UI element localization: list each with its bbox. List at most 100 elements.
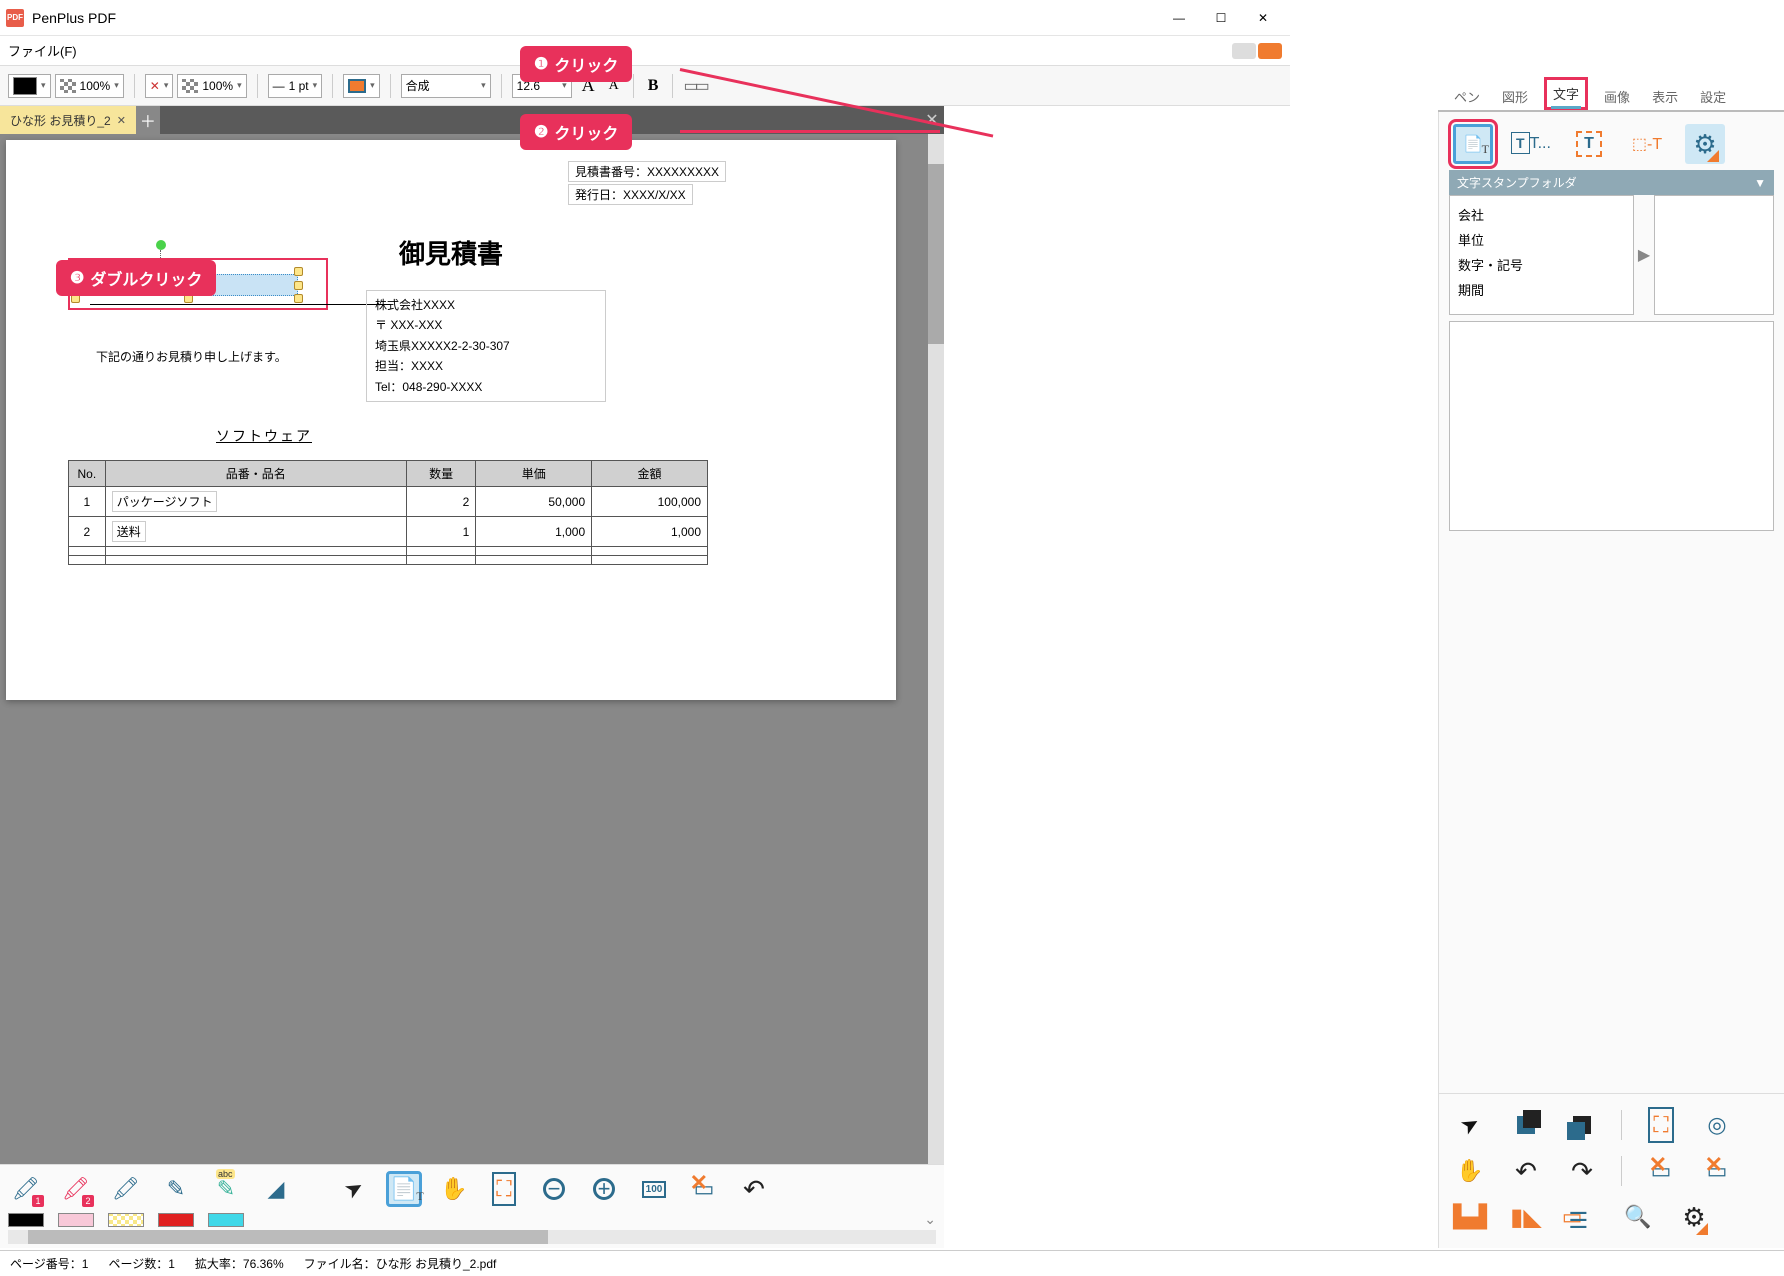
rb-search[interactable]: 🔍 — [1621, 1200, 1655, 1234]
rect-style-dropdown[interactable]: ▾ — [343, 74, 380, 98]
close-button[interactable]: ✕ — [1242, 3, 1284, 33]
tab-pen[interactable]: ペン — [1448, 83, 1486, 110]
rb-layer-front[interactable] — [1565, 1108, 1599, 1142]
text-tool[interactable]: 📄 — [386, 1171, 422, 1207]
list-item[interactable]: 会社 — [1458, 202, 1625, 227]
text-tool-button[interactable]: 📄 — [1453, 124, 1493, 164]
document-tab[interactable]: ひな形 お見積り_2 ✕ — [0, 106, 136, 134]
rb-undo[interactable] — [1509, 1154, 1543, 1188]
undo-button[interactable] — [736, 1171, 772, 1207]
menubar: ファイル(F) — [0, 36, 1290, 66]
quote-table: No. 品番・品名 数量 単価 金額 1 パッケージソフト 2 50,000 1… — [68, 460, 708, 565]
color-chip-yellow[interactable] — [108, 1213, 144, 1227]
rb-settings[interactable] — [1677, 1200, 1711, 1234]
rb-redo[interactable] — [1565, 1154, 1599, 1188]
stroke-none-button[interactable]: ✕▾ — [145, 74, 174, 98]
rb-note[interactable]: ▭☰ — [1565, 1200, 1599, 1234]
app-logo-icon: PDF — [6, 9, 24, 27]
document-tab-label: ひな形 お見積り_2 — [10, 112, 111, 129]
rb-delete-page[interactable]: ▭✕ — [1700, 1154, 1734, 1188]
eraser-tool[interactable]: ◢ — [258, 1171, 294, 1207]
document-page[interactable]: 見積書番号：XXXXXXXXX 発行日：XXXX/X/XX 御見積書 株式会社X… — [6, 140, 896, 700]
highlighter2-tool[interactable] — [58, 1171, 94, 1207]
collapse-right-icon[interactable] — [1258, 43, 1282, 59]
rb-select-tool[interactable] — [1453, 1108, 1487, 1142]
close-tab-icon[interactable]: ✕ — [117, 114, 126, 127]
tab-shape[interactable]: 図形 — [1496, 83, 1534, 110]
select-tool[interactable] — [336, 1171, 372, 1207]
table-row — [69, 556, 708, 565]
rb-bookmark[interactable]: ▮◣ — [1509, 1200, 1543, 1234]
minimize-button[interactable]: ― — [1158, 3, 1200, 33]
right-panel-tabs: ペン 図形 文字 画像 表示 設定 — [1438, 76, 1784, 112]
stroke-opacity-dropdown[interactable]: 100%▾ — [177, 74, 246, 98]
text-link-button[interactable]: ⬚-T — [1627, 124, 1667, 164]
fill-color-picker[interactable]: ▾ — [8, 74, 51, 98]
pan-tool[interactable] — [436, 1171, 472, 1207]
color-chip-black[interactable] — [8, 1213, 44, 1227]
vertical-scrollbar[interactable] — [928, 134, 944, 1186]
collapse-left-icon[interactable] — [1232, 43, 1256, 59]
add-tab-button[interactable]: ＋ — [136, 106, 160, 134]
correction-tool[interactable]: ✎abc — [208, 1171, 244, 1207]
menu-file[interactable]: ファイル(F) — [8, 41, 77, 60]
list-item[interactable]: 期間 — [1458, 277, 1625, 302]
rb-pan-tool[interactable] — [1453, 1154, 1487, 1188]
callout-1: ❶クリック — [520, 46, 632, 82]
resize-handle[interactable] — [294, 294, 303, 303]
text-style-button[interactable]: T... — [1511, 124, 1551, 164]
format-toolbar: ▾ 100%▾ ✕▾ 100%▾ —1 pt▾ ▾ 合成▾ 12.6▾ A A … — [0, 66, 1290, 106]
color-chip-cyan[interactable] — [208, 1213, 244, 1227]
pages-icon[interactable]: ▭▭ — [683, 76, 705, 96]
fill-opacity-dropdown[interactable]: 100%▾ — [55, 74, 124, 98]
color-chip-pink[interactable] — [58, 1213, 94, 1227]
stamp-folder-list[interactable]: 会社 単位 数字・記号 期間 — [1449, 195, 1634, 315]
list-item[interactable]: 数字・記号 — [1458, 252, 1625, 277]
pen-tool[interactable] — [158, 1171, 194, 1207]
bottom-toolbar: ✎abc ◢ 📄 ⛶ − + 100 ▭✕ ⌄ — [0, 1164, 944, 1248]
bold-button[interactable]: B — [644, 77, 663, 95]
zoom-100-tool[interactable]: 100 — [636, 1171, 672, 1207]
zoom-region-tool[interactable]: ⛶ — [486, 1171, 522, 1207]
tab-settings[interactable]: 設定 — [1694, 83, 1732, 110]
delete-page-tool[interactable]: ▭✕ — [686, 1171, 722, 1207]
color-chip-red[interactable] — [158, 1213, 194, 1227]
horizontal-scrollbar[interactable] — [8, 1230, 936, 1244]
zoom-out-tool[interactable]: − — [536, 1171, 572, 1207]
right-panel: 📄 T... T ⬚-T 文字スタンプフォルダ▼ 会社 単位 数字・記号 期間 … — [1438, 112, 1784, 1226]
underline-rule — [90, 304, 390, 305]
list-item[interactable]: 単位 — [1458, 227, 1625, 252]
rb-zoom-region[interactable]: ⛶ — [1644, 1108, 1678, 1142]
tab-view[interactable]: 表示 — [1646, 83, 1684, 110]
resize-handle[interactable] — [294, 267, 303, 276]
stroke-width-dropdown[interactable]: —1 pt▾ — [268, 74, 323, 98]
zoom-in-tool[interactable]: + — [586, 1171, 622, 1207]
maximize-button[interactable]: ☐ — [1200, 3, 1242, 33]
rb-layer-back[interactable] — [1509, 1108, 1543, 1142]
rb-center[interactable]: ◎ — [1700, 1108, 1734, 1142]
tab-text[interactable]: 文字 — [1544, 77, 1588, 110]
app-title: PenPlus PDF — [32, 10, 116, 26]
chevron-down-icon: ▼ — [1754, 176, 1766, 190]
text-frame-button[interactable]: T — [1569, 124, 1609, 164]
rotate-handle-icon[interactable] — [156, 240, 166, 250]
statusbar: ページ番号：1 ページ数：1 拡大率：76.36% ファイル名：ひな形 お見積り… — [0, 1250, 1784, 1276]
resize-handle[interactable] — [294, 281, 303, 290]
table-row — [69, 547, 708, 556]
titlebar: PDF PenPlus PDF ― ☐ ✕ — [0, 0, 1290, 36]
rb-tiles[interactable]: ▙▟ — [1453, 1200, 1487, 1234]
highlighter1-tool[interactable] — [8, 1171, 44, 1207]
tab-image[interactable]: 画像 — [1598, 83, 1636, 110]
text-settings-button[interactable] — [1685, 124, 1725, 164]
stamp-folder-header[interactable]: 文字スタンプフォルダ▼ — [1449, 170, 1774, 195]
rb-delete-page-cursor[interactable]: ▭✕ — [1644, 1154, 1678, 1188]
quote-note: 下記の通りお見積り申し上げます。 — [96, 348, 287, 365]
marker-tool[interactable] — [108, 1171, 144, 1207]
callout-2: ❷クリック — [520, 114, 632, 150]
blend-mode-dropdown[interactable]: 合成▾ — [401, 74, 491, 98]
chevron-right-icon[interactable]: ▶ — [1634, 195, 1654, 315]
stamp-preview-panel — [1654, 195, 1774, 315]
software-heading: ソフトウェア — [216, 426, 312, 446]
right-bottom-tools: ⛶ ◎ ▭✕ ▭✕ ▙▟ ▮◣ ▭☰ 🔍 — [1438, 1093, 1784, 1248]
more-chevron-icon[interactable]: ⌄ — [924, 1211, 936, 1228]
